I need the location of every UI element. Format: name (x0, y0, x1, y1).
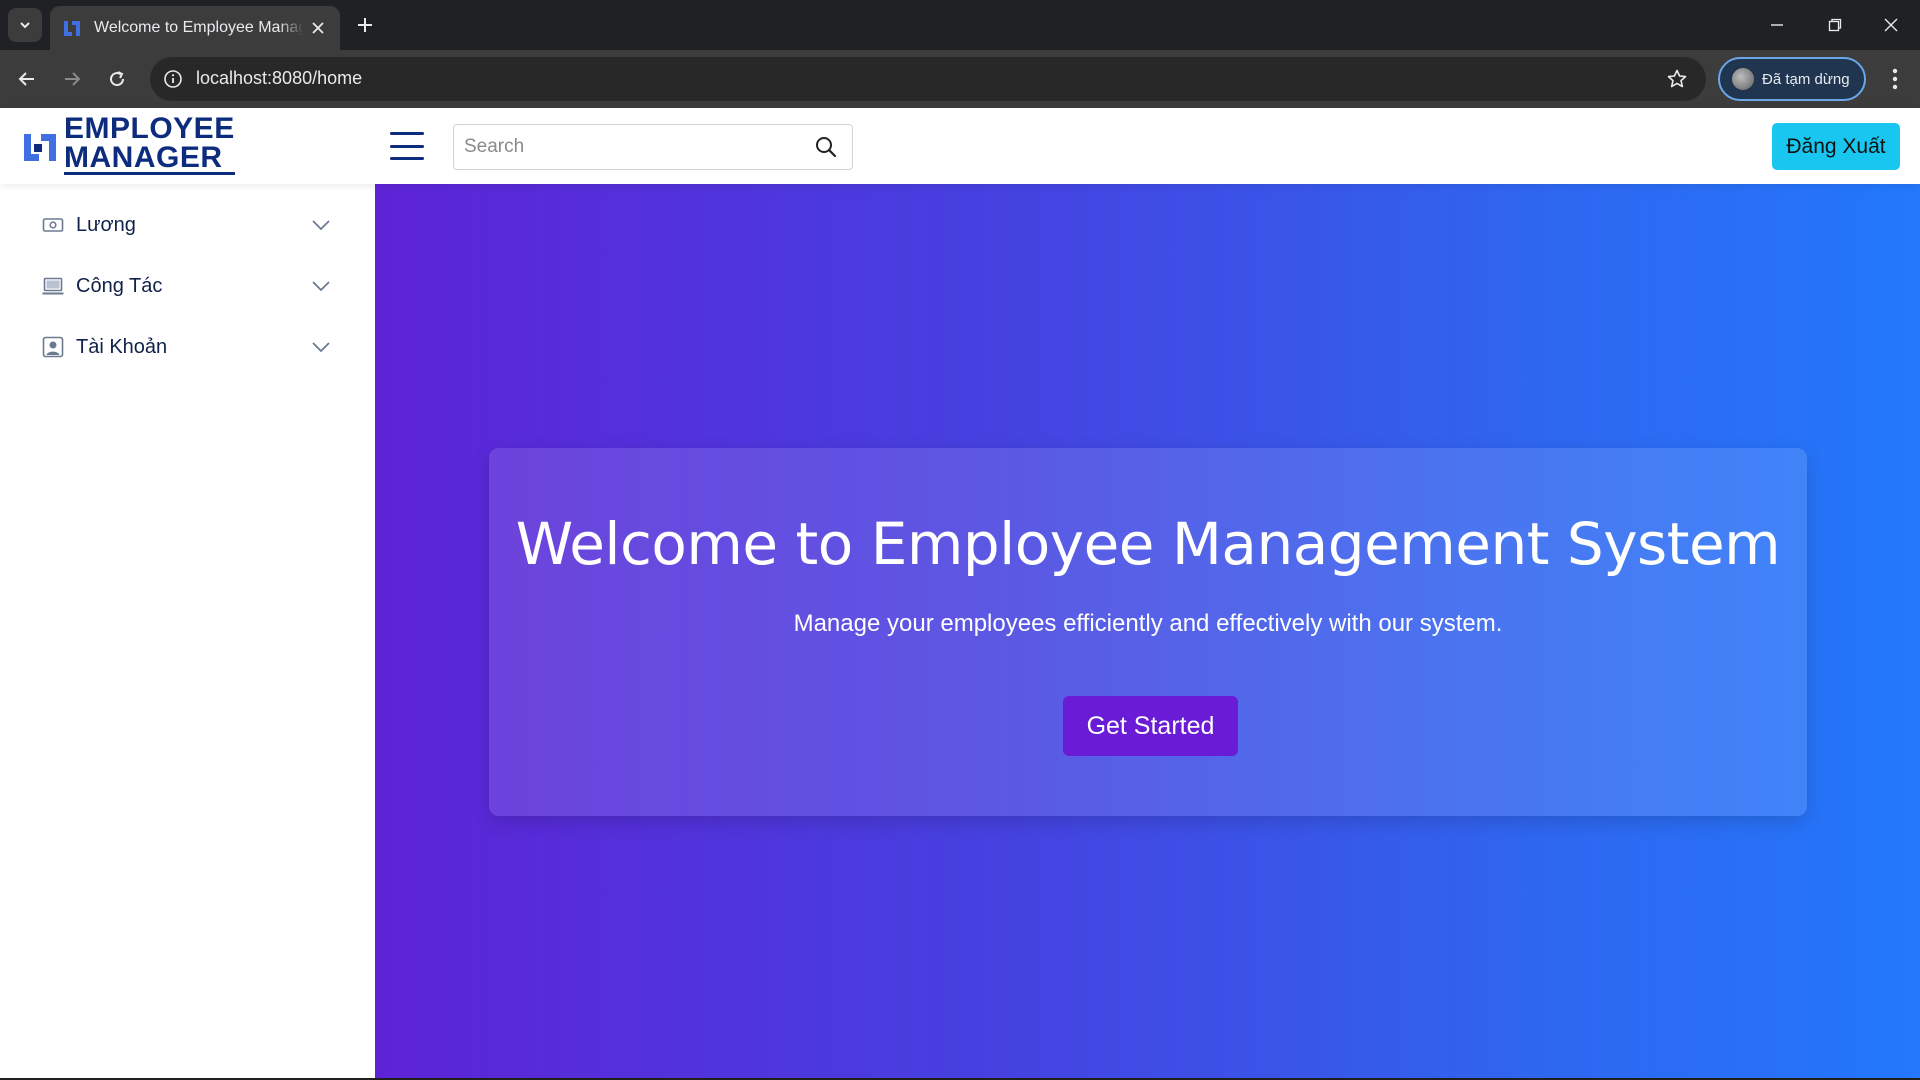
browser-menu-icon[interactable] (1880, 62, 1910, 96)
app-favicon-icon (64, 21, 80, 36)
web-page: EMPLOYEE MANAGER Đăng Xuất Lương (0, 108, 1920, 1078)
profile-avatar-icon (1732, 68, 1754, 90)
profile-status-text: Đã tạm dừng (1762, 70, 1850, 88)
search-icon[interactable] (814, 135, 838, 159)
account-icon (42, 336, 64, 358)
app-header: EMPLOYEE MANAGER Đăng Xuất (0, 108, 1920, 184)
tab-title: Welcome to Employee Management (94, 19, 304, 36)
browser-tab-active[interactable]: Welcome to Employee Management (50, 6, 340, 50)
chevron-down-icon (312, 342, 330, 353)
browser-toolbar: localhost:8080/home Đã tạm dừng (0, 50, 1920, 108)
laptop-icon (42, 277, 64, 295)
hero-title: Welcome to Employee Management System (515, 510, 1781, 578)
browser-tabstrip: Welcome to Employee Management (0, 0, 1920, 50)
bookmark-star-icon[interactable] (1664, 66, 1690, 92)
logo-mark-icon (24, 133, 56, 161)
site-info-icon[interactable] (160, 66, 186, 92)
minimize-icon[interactable] (1748, 0, 1806, 50)
sidebar-item-luong[interactable]: Lương (0, 200, 375, 250)
tab-search-button[interactable] (8, 8, 42, 42)
logo-text-line1: EMPLOYEE (64, 112, 235, 145)
chevron-down-icon (20, 22, 30, 29)
reload-icon[interactable] (100, 62, 134, 96)
app-logo[interactable]: EMPLOYEE MANAGER (22, 114, 235, 175)
new-tab-plus-icon[interactable] (352, 12, 378, 38)
profile-button[interactable]: Đã tạm dừng (1718, 57, 1866, 101)
hero-section: Welcome to Employee Management System Ma… (375, 184, 1920, 1078)
url-text: localhost:8080/home (196, 68, 363, 88)
get-started-button[interactable]: Get Started (1063, 696, 1238, 756)
sidebar-item-label: Tài Khoản (76, 335, 168, 358)
restore-icon[interactable] (1806, 0, 1864, 50)
close-window-icon[interactable] (1862, 0, 1920, 50)
sidebar-item-tai-khoan[interactable]: Tài Khoản (0, 322, 375, 372)
chevron-down-icon (312, 281, 330, 292)
back-arrow-icon[interactable] (10, 62, 44, 96)
chevron-down-icon (312, 220, 330, 231)
logout-button[interactable]: Đăng Xuất (1772, 123, 1900, 170)
money-icon (42, 218, 64, 232)
sidebar-item-label: Lương (76, 213, 136, 236)
tab-close-icon[interactable] (308, 18, 328, 38)
logo-text-line2: MANAGER (64, 143, 235, 175)
forward-arrow-icon[interactable] (55, 62, 89, 96)
hero-card: Welcome to Employee Management System Ma… (489, 448, 1807, 816)
hero-subtitle: Manage your employees efficiently and ef… (793, 610, 1503, 637)
search-input[interactable] (454, 125, 794, 169)
address-bar[interactable]: localhost:8080/home (150, 57, 1706, 101)
sidebar-item-label: Công Tác (76, 274, 163, 297)
sidebar: Lương Công Tác Tài Khoản (0, 184, 375, 1078)
search-box (453, 124, 853, 170)
sidebar-item-cong-tac[interactable]: Công Tác (0, 261, 375, 311)
hamburger-menu-icon[interactable] (390, 132, 424, 160)
